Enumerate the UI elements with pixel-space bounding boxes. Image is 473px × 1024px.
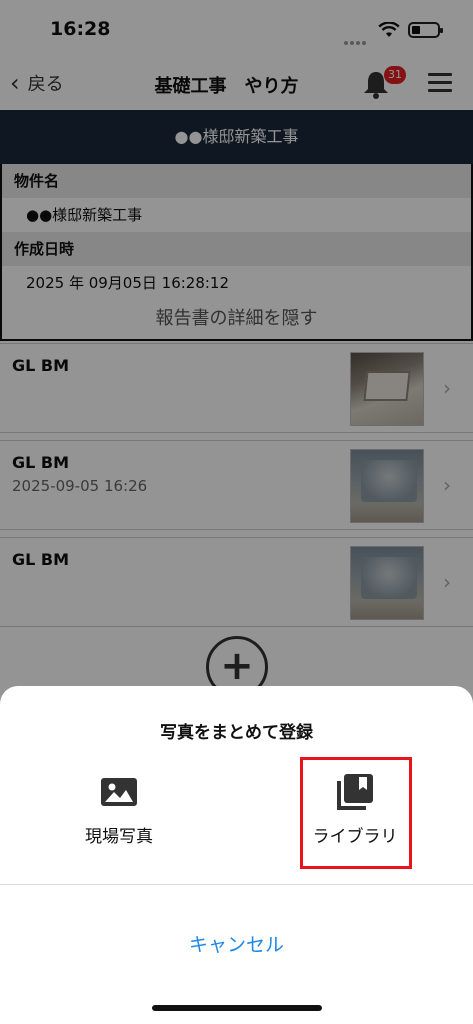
- sheet-title: 写真をまとめて登録: [160, 723, 313, 743]
- divider: [0, 884, 473, 885]
- home-indicator: [152, 1005, 322, 1011]
- image-icon: [101, 778, 137, 806]
- site-photo-option[interactable]: 現場写真: [59, 772, 179, 847]
- app-screen: 16:28 ‹ 戻る 基礎工事 やり方 31 ●●様邸新築工事 物件名 ●●様邸…: [0, 0, 473, 1024]
- highlight-box: [300, 757, 412, 869]
- action-sheet: 写真をまとめて登録 現場写真 ライブラリ キャンセル: [0, 686, 473, 1024]
- cancel-button[interactable]: キャンセル: [0, 930, 473, 957]
- site-photo-label: 現場写真: [85, 827, 153, 847]
